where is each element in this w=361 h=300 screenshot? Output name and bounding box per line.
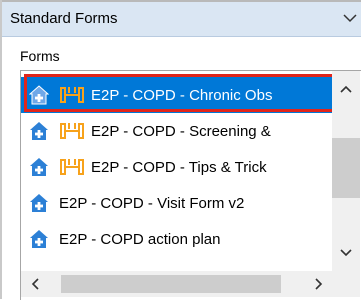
list-item[interactable]: E2P - COPD - Tips & Trick [21,149,339,185]
house-plus-icon [29,85,49,105]
list-item-label: E2P - COPD - Visit Form v2 [59,195,245,212]
list-item-label: E2P - COPD - Tips & Trick [91,159,267,176]
list-item-label: E2P - COPD action plan [59,231,221,248]
house-plus-icon [30,122,48,140]
house-plus-icon [30,158,48,176]
arrow-left-icon[interactable] [29,277,43,291]
list-item[interactable]: E2P - COPD - Visit Form v2 [21,185,339,221]
form-category-dropdown[interactable]: Standard Forms [2,2,361,37]
vertical-scroll-thumb[interactable] [332,138,360,198]
dropdown-value: Standard Forms [10,10,118,27]
dumbbell-icon [60,87,84,103]
list-item-label: E2P - COPD - Chronic Obs [91,87,273,104]
forms-group-label: Forms [20,48,60,64]
list-item[interactable]: E2P - COPD - Chronic Obs [21,77,339,113]
window-left-border [0,0,2,299]
arrow-down-icon[interactable] [339,245,353,259]
horizontal-scroll-thumb[interactable] [61,275,281,293]
house-plus-icon [30,230,48,248]
list-item-label: E2P - COPD - Screening & [91,123,271,140]
arrow-right-icon[interactable] [311,277,325,291]
house-plus-icon [30,194,48,212]
dumbbell-icon [60,159,84,175]
chevron-down-icon[interactable] [341,9,359,27]
forms-list[interactable]: E2P - COPD - Chronic Obs E2P - COPD - Sc… [20,70,361,300]
list-item[interactable]: E2P - COPD action plan [21,221,339,257]
arrow-up-icon[interactable] [339,83,353,97]
list-item[interactable]: E2P - COPD - Screening & [21,113,339,149]
dumbbell-icon [60,123,84,139]
